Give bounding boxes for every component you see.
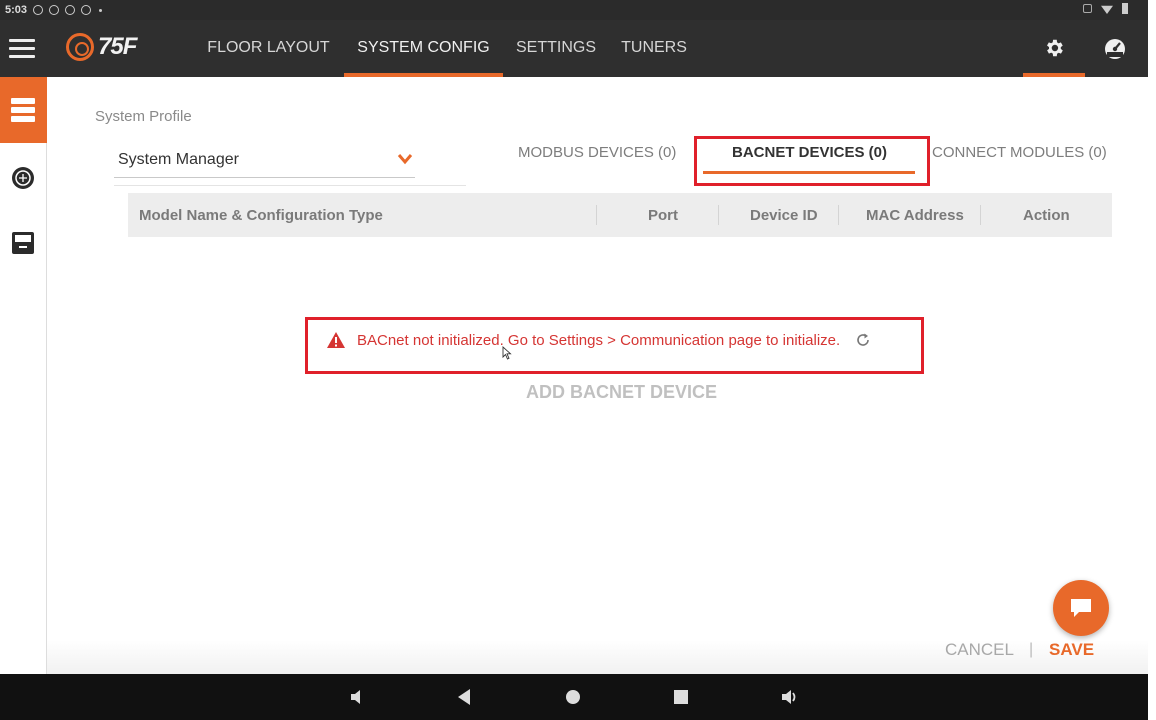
table-header: Model Name & Configuration Type Port Dev… <box>128 193 1112 237</box>
system-profile-dropdown[interactable]: System Manager <box>114 142 415 178</box>
logo-ring-icon <box>66 33 94 61</box>
recents-icon[interactable] <box>673 688 689 706</box>
status-time: 5:03 <box>5 4 28 16</box>
column-divider <box>596 205 597 225</box>
status-bar: 5:03 <box>0 0 1148 20</box>
sidebar-item-devices[interactable] <box>0 210 47 276</box>
status-icons <box>1083 3 1128 14</box>
dashboard-icon <box>1105 39 1125 59</box>
app-root: 5:03 75F FLOOR LAYOUT SYSTEM CONFIG SETT… <box>0 0 1156 720</box>
tab-modbus-devices[interactable]: MODBUS DEVICES (0) <box>518 144 676 161</box>
tab-settings[interactable]: SETTINGS <box>516 20 596 77</box>
home-icon[interactable] <box>565 688 581 706</box>
hamburger-icon[interactable] <box>9 39 35 59</box>
device-icon <box>12 232 34 254</box>
dashboard-button[interactable] <box>1103 37 1127 64</box>
system-profile-label: System Profile <box>95 108 192 125</box>
column-header-device-id: Device ID <box>750 207 818 224</box>
chat-button[interactable] <box>1053 580 1109 636</box>
server-icon <box>11 98 35 122</box>
chevron-down-icon <box>397 154 413 165</box>
column-divider <box>980 205 981 225</box>
column-header-mac-address: MAC Address <box>866 207 964 224</box>
gear-icon <box>1047 39 1063 57</box>
divider <box>114 185 466 186</box>
tab-connect-modules[interactable]: CONNECT MODULES (0) <box>932 144 1107 161</box>
clock-icon <box>49 5 60 15</box>
battery-icon <box>1122 3 1128 14</box>
mouse-cursor-icon <box>502 346 512 360</box>
notification-icon <box>33 5 44 15</box>
column-divider <box>838 205 839 225</box>
cloud-icon <box>65 5 76 15</box>
screen-edge <box>1148 0 1156 720</box>
tab-tuners[interactable]: TUNERS <box>621 20 687 77</box>
thermostat-icon <box>12 167 34 189</box>
highlight-box-message <box>305 317 924 374</box>
logo: 75F <box>66 33 137 61</box>
column-header-port: Port <box>648 207 678 224</box>
mute-icon <box>1083 4 1092 13</box>
save-button[interactable]: SAVE <box>1049 640 1094 660</box>
system-profile-value: System Manager <box>118 151 239 168</box>
volume-up-icon[interactable] <box>780 688 800 706</box>
wifi-icon <box>1101 5 1113 14</box>
column-header-action: Action <box>1023 207 1070 224</box>
tab-system-config[interactable]: SYSTEM CONFIG <box>344 20 503 77</box>
sidebar-item-zones[interactable] <box>0 145 47 211</box>
column-header-model: Model Name & Configuration Type <box>139 207 383 224</box>
tab-floor-layout[interactable]: FLOOR LAYOUT <box>207 20 330 77</box>
logo-text: 75F <box>98 33 137 60</box>
sync-icon <box>81 5 92 15</box>
button-separator: | <box>1029 641 1034 658</box>
left-sidebar <box>0 77 47 674</box>
cancel-button[interactable]: CANCEL <box>945 640 1014 660</box>
volume-down-icon[interactable] <box>348 688 366 706</box>
more-notifications-icon <box>99 8 103 12</box>
app-bar: 75F FLOOR LAYOUT SYSTEM CONFIG SETTINGS … <box>0 20 1148 77</box>
column-divider <box>718 205 719 225</box>
add-bacnet-device-button[interactable]: ADD BACNET DEVICE <box>526 382 717 403</box>
android-nav-bar <box>0 674 1148 720</box>
highlight-box-tab <box>694 136 930 186</box>
settings-gear-button[interactable] <box>1023 20 1085 77</box>
chat-icon <box>1071 599 1091 617</box>
sidebar-item-system[interactable] <box>0 77 47 143</box>
back-icon[interactable] <box>456 688 472 706</box>
